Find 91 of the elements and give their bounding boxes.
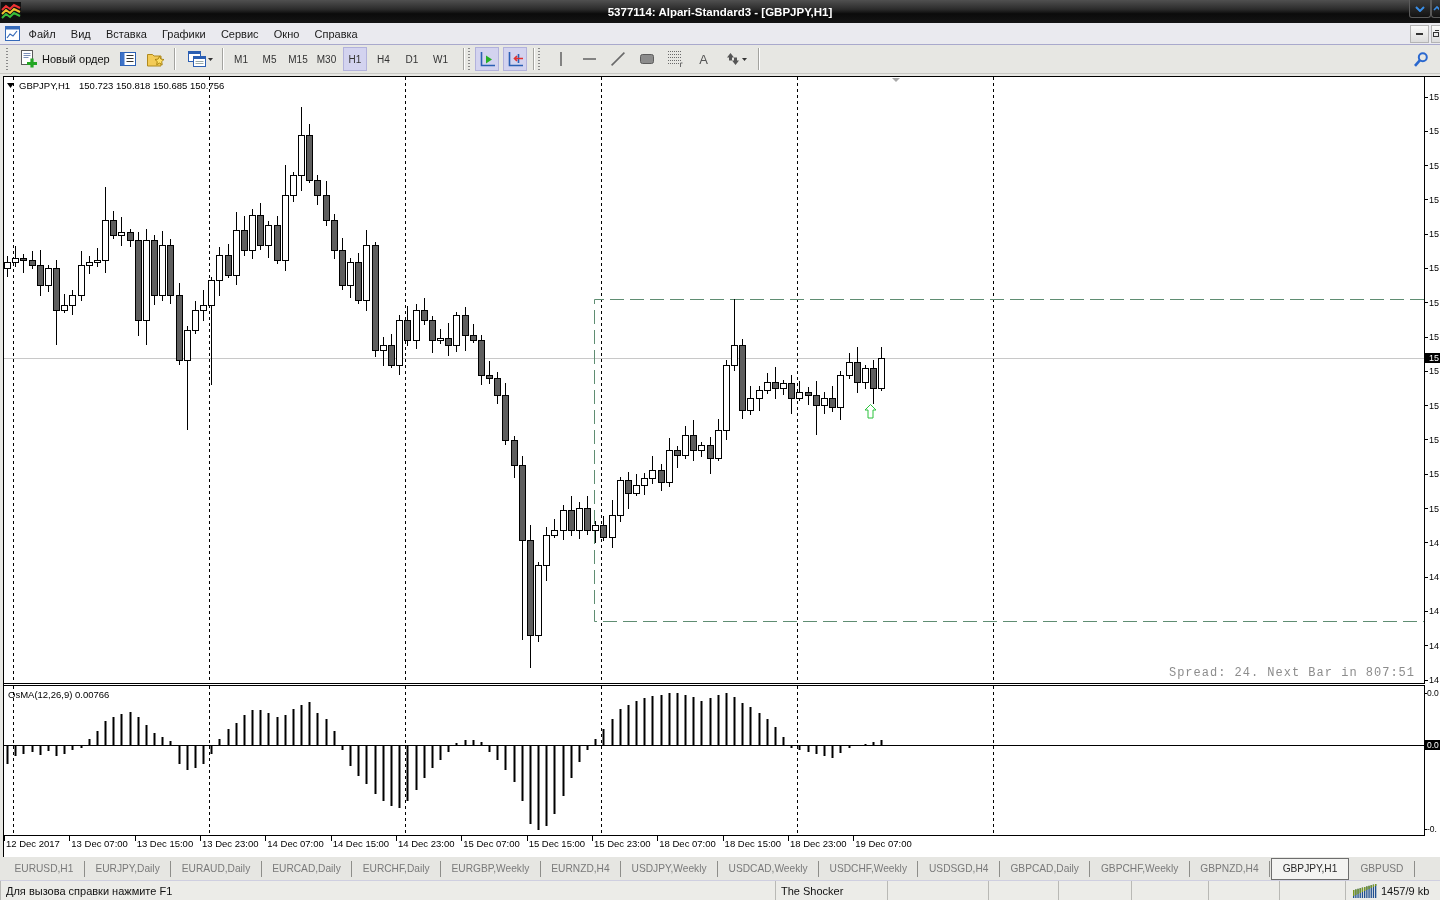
- menu-item[interactable]: Справка: [306, 27, 366, 40]
- chart-tab[interactable]: GBPUSD: [1349, 861, 1415, 877]
- dotted-lines-icon: [667, 51, 683, 67]
- menu-item[interactable]: Сервис: [213, 27, 267, 40]
- chart-tab[interactable]: EURJPY,Daily: [84, 861, 172, 877]
- price-label: 15: [1425, 503, 1440, 514]
- price-label: 14: [1425, 606, 1440, 617]
- timeframe-button[interactable]: M5: [257, 47, 282, 71]
- window-button[interactable]: [1431, 0, 1440, 18]
- price-label: 15: [1425, 126, 1440, 137]
- profile-label: The Shocker: [781, 884, 844, 897]
- text-tool-button[interactable]: A: [691, 47, 716, 71]
- arrows-icon: [725, 52, 740, 66]
- caret-icon: [741, 57, 747, 61]
- timeframe-button[interactable]: D1: [400, 47, 424, 71]
- document-plus-icon: [21, 50, 38, 68]
- menu-item[interactable]: Вид: [63, 27, 99, 40]
- timeframe-button[interactable]: H1: [343, 47, 367, 71]
- search-icon: [1414, 51, 1428, 67]
- status-text: Для вызова справки нажмите F1: [6, 884, 173, 897]
- price-label: 14: [1425, 537, 1440, 548]
- caret-icon: [207, 57, 213, 61]
- price-label: 15: [1425, 366, 1440, 377]
- new-order-button[interactable]: Новый ордер: [17, 47, 111, 71]
- chart-symbol: GBPJPY,H1: [19, 80, 71, 91]
- chart-tab[interactable]: USDSGD,H4: [918, 861, 1000, 877]
- window-list-icon: [120, 52, 136, 66]
- indicator-scale-label: -0.: [1425, 824, 1440, 834]
- axes-triangle-icon: [478, 51, 496, 67]
- timeframe-button[interactable]: M15: [286, 47, 310, 71]
- chart-tab[interactable]: GBPJPY,H1: [1271, 858, 1349, 880]
- toggle-button[interactable]: [475, 47, 499, 71]
- indicator-value-label: 0.0: [1425, 740, 1440, 750]
- chart-tab[interactable]: EURCAD,Daily: [261, 861, 353, 877]
- price-label: 15: [1425, 263, 1440, 274]
- menu-item[interactable]: Файл: [21, 27, 64, 40]
- vertical-line-icon: [560, 52, 562, 66]
- price-label: 15: [1425, 92, 1440, 102]
- chart-tab[interactable]: GBPNZD,H4: [1189, 861, 1271, 877]
- price-label: 14: [1425, 640, 1440, 651]
- current-price-label: 15: [1425, 353, 1440, 363]
- signal-bars-icon: [1353, 883, 1377, 898]
- chart-tab[interactable]: EURAUD,Daily: [171, 861, 262, 877]
- chart-tab[interactable]: USDCHF,Weekly: [819, 861, 919, 877]
- chart-tab[interactable]: EURGBP,Weekly: [441, 861, 541, 877]
- price-label: 15: [1425, 194, 1440, 205]
- price-label: 15: [1425, 297, 1440, 308]
- chart-tab[interactable]: USDJPY,Weekly: [621, 861, 719, 877]
- window-title: 5377114: Alpari-Standard3 - [GBPJPY,H1]: [607, 5, 833, 18]
- timeframe-button[interactable]: M1: [229, 47, 253, 71]
- price-label: 15: [1425, 434, 1440, 445]
- price-label: 15: [1425, 469, 1440, 480]
- chart-window-icon: [5, 26, 20, 41]
- toggle-button[interactable]: [503, 47, 527, 71]
- chart-tab[interactable]: GBPCHF,Weekly: [1090, 861, 1190, 877]
- chart-tab[interactable]: GBPCAD,Daily: [999, 861, 1091, 877]
- triangle-icon: [892, 78, 900, 82]
- price-label: 15: [1425, 160, 1440, 171]
- price-label: 14: [1425, 675, 1440, 686]
- price-label: 15: [1425, 229, 1440, 240]
- logo-icon: [1, 1, 21, 22]
- restore-button[interactable]: [1431, 24, 1440, 43]
- spread-info: Spread: 24. Next Bar in 807:51: [1168, 666, 1415, 680]
- window-button[interactable]: [1409, 0, 1431, 18]
- menu-item[interactable]: Вставка: [98, 27, 155, 40]
- chart-tab[interactable]: EURUSD,H1: [4, 861, 85, 877]
- price-label: 14: [1425, 572, 1440, 583]
- traffic-label: 1457/9 kb: [1381, 884, 1430, 897]
- minimize-icon: [1416, 32, 1423, 35]
- windows-icon: [187, 51, 206, 67]
- indicator-scale-label: 0.0: [1425, 688, 1440, 698]
- horizontal-line-icon: [583, 58, 596, 60]
- chart-tab[interactable]: EURCHF,Daily: [352, 861, 442, 877]
- price-label: 15: [1425, 400, 1440, 411]
- folder-star-icon: [147, 51, 165, 67]
- menu-item[interactable]: Окно: [266, 27, 307, 40]
- chevron-up-icon: [1433, 6, 1439, 11]
- price-label: 15: [1425, 332, 1440, 343]
- chevron-down-icon: [1415, 5, 1425, 12]
- menu-item[interactable]: Графики: [154, 27, 214, 40]
- minimize-button[interactable]: [1410, 24, 1429, 43]
- chart-tab[interactable]: USDCAD,Weekly: [718, 861, 820, 877]
- restore-icon: [1433, 30, 1439, 37]
- diagonal-line-icon: [611, 52, 625, 66]
- chart-prices: 150.723 150.818 150.685 150.756: [79, 80, 225, 91]
- chart-tab[interactable]: EURNZD,H4: [540, 861, 622, 877]
- timeframe-button[interactable]: H4: [371, 47, 396, 71]
- timeframe-button[interactable]: W1: [428, 47, 453, 71]
- rectangle-icon: [639, 54, 654, 64]
- timeframe-button[interactable]: M30: [314, 47, 339, 71]
- axes-arrow-icon: [506, 51, 524, 67]
